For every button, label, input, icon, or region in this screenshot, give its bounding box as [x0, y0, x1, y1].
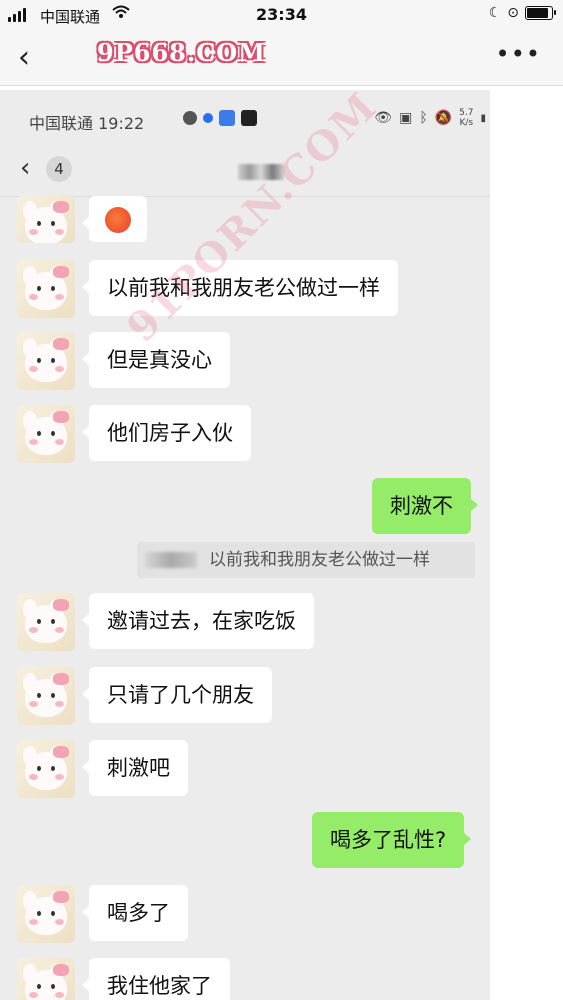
contact-avatar [17, 195, 75, 243]
network-speed: 5.7 K/s [459, 108, 474, 128]
blurred-quote-sender [145, 552, 197, 568]
notification-dot-icon [203, 113, 213, 123]
contact-avatar [17, 740, 75, 798]
app-icon [219, 110, 235, 126]
contact-avatar [17, 593, 75, 651]
contact-avatar [17, 885, 75, 943]
more-options-button[interactable]: ••• [496, 40, 541, 68]
quoted-message: 以前我和我朋友老公做过一样 [137, 542, 475, 578]
message-bubble-left [82, 196, 147, 242]
chat-screenshot: 中国联通 19:22 👁 ▣ ᛒ 🔕 5.7 K/s ▮ ‹ 4 以前我和我朋友… [0, 90, 490, 1000]
contact-avatar [17, 667, 75, 725]
bluetooth-icon: ᛒ [419, 110, 428, 126]
status-bar: 中国联通 23:34 ☾ ⊙ [0, 0, 563, 30]
contact-avatar [17, 260, 75, 318]
contact-avatar [17, 332, 75, 390]
pause-icon [183, 111, 197, 125]
message-bubble-left: 只请了几个朋友 [82, 667, 272, 723]
rotation-lock-icon: ⊙ [507, 5, 519, 21]
contact-avatar [17, 405, 75, 463]
vibrate-icon: ▣ [399, 110, 413, 126]
inner-status-bar: 中国联通 19:22 👁 ▣ ᛒ 🔕 5.7 K/s ▮ [0, 90, 490, 148]
site-brand: 9P668.COM [97, 38, 266, 67]
message-bubble-left: 我住他家了 [82, 958, 230, 1000]
message-bubble-right: 刺激不 [372, 478, 478, 534]
chat-back-icon[interactable]: ‹ [20, 153, 30, 183]
message-bubble-left: 刺激吧 [82, 740, 188, 796]
message-bubble-left: 邀请过去，在家吃饭 [82, 593, 314, 649]
message-bubble-left: 喝多了 [82, 885, 188, 941]
quoted-text: 以前我和我朋友老公做过一样 [209, 550, 430, 570]
battery-icon [525, 6, 556, 20]
back-button[interactable]: ‹ [18, 40, 30, 75]
app-icon-dark [241, 110, 257, 126]
contact-avatar [17, 958, 75, 1000]
unread-count-badge: 4 [46, 156, 72, 182]
signal-small-icon: ▮ [480, 112, 486, 124]
mute-icon: 🔕 [434, 110, 453, 126]
red-face-emoji-icon [105, 207, 131, 233]
inner-carrier-time: 中国联通 19:22 [29, 114, 145, 133]
moon-icon: ☾ [488, 5, 502, 21]
clock: 23:34 [256, 5, 307, 24]
message-bubble-left: 他们房子入伙 [82, 405, 251, 461]
top-nav-bar: ‹ 9P668.COM ••• [0, 30, 563, 86]
message-bubble-right: 喝多了乱性? [312, 812, 472, 868]
